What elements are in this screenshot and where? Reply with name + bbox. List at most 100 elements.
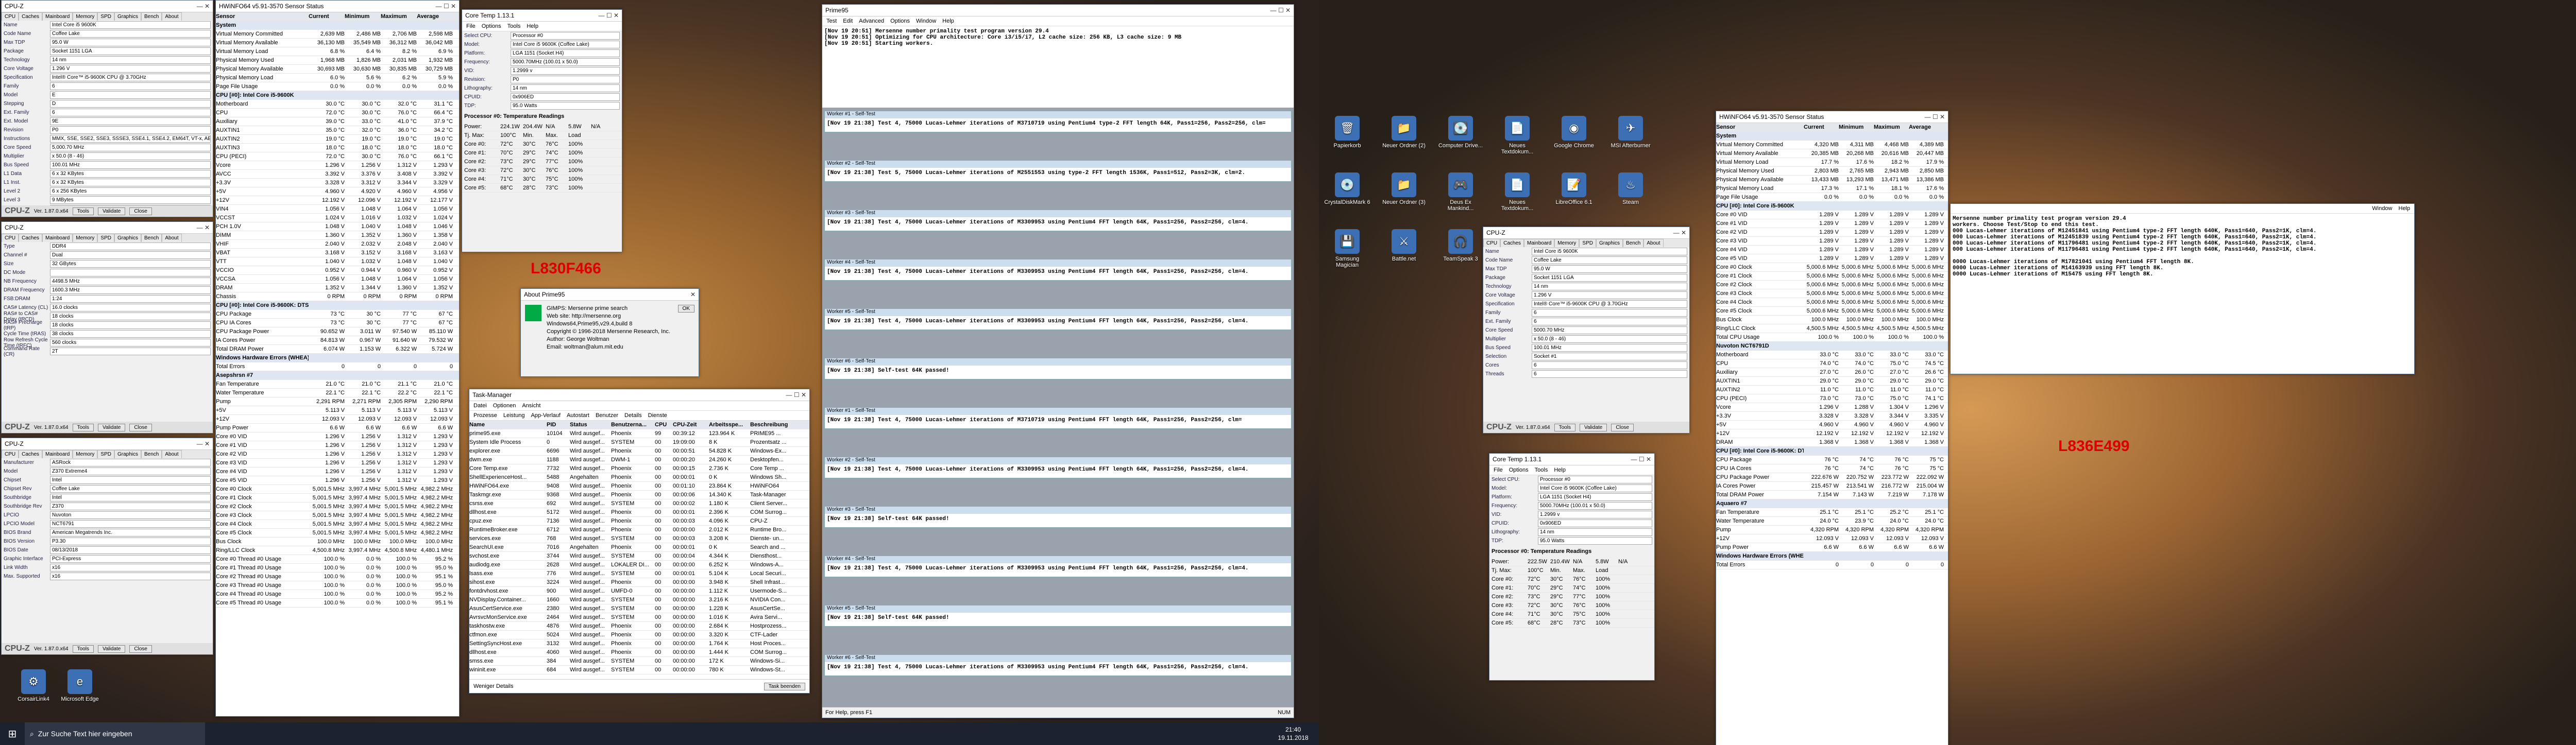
column-header[interactable]: Current: [309, 13, 345, 20]
menu-help[interactable]: Help: [942, 18, 954, 24]
menu-advanced[interactable]: Advanced: [859, 18, 884, 24]
window-controls[interactable]: — ☐ ✕: [436, 3, 456, 10]
tab-memory[interactable]: Memory: [73, 450, 98, 458]
sensor-row[interactable]: Total DRAM Power 6.074 W 1.153 W 6.322 W 5.7…: [216, 345, 459, 354]
sensor-row[interactable]: Core #0 Clock 5,000.6 MHz 5,000.6 MHz 5,000…: [1716, 263, 1948, 272]
sensor-group[interactable]: Nuvoton NCT6791D: [1716, 342, 1948, 351]
column-header[interactable]: Beschreibung: [750, 422, 799, 428]
sensor-row[interactable]: AUXTIN2 11.0 °C 11.0 °C 11.0 °C 11.0 °C: [1716, 386, 1948, 394]
sensor-row[interactable]: Core #1 VID 1.289 V 1.289 V 1.289 V 1.289 V: [1716, 219, 1948, 228]
cpuz-tabs[interactable]: CPU Caches Mainboard Memory SPD Graphics Bench…: [1483, 239, 1689, 247]
menu-file[interactable]: File: [466, 23, 476, 29]
menu-options[interactable]: Options: [482, 23, 501, 29]
sensor-row[interactable]: VCCSA 1.056 V 1.048 V 1.064 V 1.056 V: [216, 275, 459, 284]
menu-test[interactable]: Test: [826, 18, 837, 24]
sensor-row[interactable]: Total Errors 0 0 0 0: [1716, 561, 1948, 569]
desktop-icon[interactable]: ⚔ Battle.net: [1381, 229, 1427, 262]
sensor-row[interactable]: IA Cores Power 215.457 W 213.541 W 216.772 …: [1716, 482, 1948, 491]
sensor-row[interactable]: Vcore 1.296 V 1.256 V 1.312 V 1.293 V: [216, 161, 459, 170]
tab-about[interactable]: About: [1643, 239, 1664, 247]
search-box[interactable]: ⌕ Zur Suche Text hier eingeben: [25, 722, 205, 745]
desktop-icon[interactable]: 📄 Neues Textdokum...: [1494, 116, 1540, 155]
table-row[interactable]: taskhostw.exe 4876 Wird ausgef... Phoenix 00…: [469, 622, 809, 631]
taskmgr-tabs[interactable]: Prozesse Leistung App-Verlauf Autostart Benu…: [469, 411, 809, 421]
sensor-row[interactable]: +12V 12.192 V 12.192 V 12.192 V 12.192 V: [1716, 429, 1948, 438]
cpuz-mainboard-window[interactable]: CPU-Z — ✕ CPU Caches Mainboard Memory SPD Grap…: [1, 438, 213, 655]
tools-button[interactable]: Tools: [72, 645, 94, 653]
sensor-row[interactable]: Vcore 1.296 V 1.288 V 1.304 V 1.296 V: [1716, 403, 1948, 412]
sensor-row[interactable]: Motherboard 33.0 °C 33.0 °C 33.0 °C 33.0 °C: [1716, 351, 1948, 359]
sensor-group[interactable]: System: [1716, 132, 1948, 141]
sensor-row[interactable]: Core #3 Clock 5,001.5 MHz 3,997.4 MHz 5,001…: [216, 511, 459, 520]
table-row[interactable]: explorer.exe 6696 Wird ausgef... Phoenix 00 0…: [469, 447, 809, 456]
column-header[interactable]: Minimum: [1839, 124, 1874, 130]
sensor-row[interactable]: Total Errors 0 0 0 0: [216, 362, 459, 371]
sensor-row[interactable]: Core #4 VID 1.289 V 1.289 V 1.289 V 1.289 V: [1716, 246, 1948, 254]
sensor-row[interactable]: Virtual Memory Committed 4,320 MB 4,311 MB…: [1716, 141, 1948, 149]
end-task-button[interactable]: Task beenden: [764, 682, 805, 690]
tab-about[interactable]: About: [162, 12, 182, 21]
table-row[interactable]: svchost.exe 3744 Wird ausgef... SYSTEM 00 00:…: [469, 552, 809, 561]
tab-bench[interactable]: Bench: [141, 12, 162, 21]
sensor-row[interactable]: Physical Memory Used 2,803 MB 2,765 MB 2,94…: [1716, 167, 1948, 176]
sensor-group[interactable]: CPU [#0]: Intel Core i5-9600K: [1716, 202, 1948, 211]
sensor-row[interactable]: Core #2 VID 1.289 V 1.289 V 1.289 V 1.289 V: [1716, 228, 1948, 237]
window-controls[interactable]: — ☐ ✕: [1631, 456, 1651, 463]
sensor-row[interactable]: Core #2 VID 1.296 V 1.256 V 1.312 V 1.293 V: [216, 450, 459, 459]
prime95-window-partial[interactable]: Window Help Mersenne number primality tes…: [1950, 203, 2415, 374]
sensor-row[interactable]: Core #1 Clock 5,000.6 MHz 5,000.6 MHz 5,000…: [1716, 272, 1948, 281]
sensor-row[interactable]: Core #4 Clock 5,001.5 MHz 3,997.4 MHz 5,001…: [216, 520, 459, 529]
column-header[interactable]: Name: [469, 422, 547, 428]
cpuz-titlebar[interactable]: CPU-Z — ✕: [2, 1, 213, 12]
column-header[interactable]: Average: [417, 13, 453, 20]
tab-graphics[interactable]: Graphics: [114, 12, 141, 21]
table-row[interactable]: RuntimeBroker.exe 6712 Wird ausgef... Phoen…: [469, 526, 809, 534]
about-titlebar[interactable]: About Prime95 ✕: [521, 289, 699, 301]
sensor-row[interactable]: CPU Package 73 °C 30 °C 77 °C 67 °C: [216, 310, 459, 319]
cpuz-tabs[interactable]: CPU Caches Mainboard Memory SPD Graphics Bench…: [2, 234, 213, 242]
cpuz-tabs[interactable]: CPU Caches Mainboard Memory SPD Graphics Bench…: [2, 450, 213, 458]
tab-spd[interactable]: SPD: [97, 234, 114, 242]
prime95-titlebar[interactable]: Prime95— ☐ ✕: [822, 5, 1294, 16]
sensor-row[interactable]: Pump Power 6.6 W 6.6 W 6.6 W 6.6 W: [216, 424, 459, 432]
sensor-row[interactable]: Fan Temperature 21.0 °C 21.0 °C 21.1 °C 21.0…: [216, 380, 459, 389]
cpuz-titlebar[interactable]: CPU-Z — ✕: [2, 438, 213, 450]
tab-mainboard[interactable]: Mainboard: [42, 234, 73, 242]
sensor-row[interactable]: Water Temperature 22.1 °C 22.1 °C 22.2 °C 22…: [216, 389, 459, 397]
sensor-row[interactable]: Virtual Memory Available 20,385 MB 20,268 …: [1716, 149, 1948, 158]
tab-graphics[interactable]: Graphics: [114, 450, 141, 458]
hwinfo-window[interactable]: HWiNFO64 v5.91-3570 Sensor Status — ☐ ✕ S…: [215, 0, 460, 717]
tab-memory[interactable]: Memory: [73, 12, 98, 21]
sensor-row[interactable]: AUXTIN1 29.0 °C 29.0 °C 29.0 °C 29.0 °C: [1716, 377, 1948, 386]
sensor-row[interactable]: Ring/LLC Clock 4,500.8 MHz 3,997.4 MHz 4,50…: [216, 546, 459, 555]
close-icon[interactable]: ✕: [690, 291, 696, 298]
sensor-row[interactable]: CPU Package Power 222.676 W 220.752 W 223.7…: [1716, 473, 1948, 482]
sensor-group[interactable]: Aquaero #7: [1716, 499, 1948, 508]
tab-cpu[interactable]: CPU: [2, 450, 19, 458]
sensor-row[interactable]: +12V 12.192 V 12.096 V 12.192 V 12.177 V: [216, 196, 459, 205]
hwinfo-titlebar[interactable]: HWiNFO64 v5.91-3570 Sensor Status — ☐ ✕: [1716, 111, 1948, 123]
sensor-row[interactable]: DIMM 1.360 V 1.352 V 1.360 V 1.358 V: [216, 231, 459, 240]
menu-options[interactable]: Options: [1509, 467, 1529, 473]
sensor-row[interactable]: VIN4 1.056 V 1.048 V 1.064 V 1.056 V: [216, 205, 459, 214]
desktop-icon-edge[interactable]: e Microsoft Edge: [57, 669, 103, 702]
menu-file[interactable]: File: [1494, 467, 1503, 473]
table-row[interactable]: SearchUI.exe 7016 Angehalten Phoenix 00 00:00…: [469, 543, 809, 552]
column-header[interactable]: CPU: [655, 422, 673, 428]
table-row[interactable]: lsass.exe 776 Wird ausgef... SYSTEM 00 00:00:…: [469, 569, 809, 578]
sensor-row[interactable]: Motherboard 30.0 °C 30.0 °C 32.0 °C 31.1 °C: [216, 100, 459, 109]
coretemp-titlebar[interactable]: Core Temp 1.13.1— ☐ ✕: [462, 10, 622, 22]
sensor-group[interactable]: CPU [#0]: Intel Core i5-9600K: DTS: [216, 301, 459, 310]
desktop-icon-corsair[interactable]: ⚙ CorsairLink4: [10, 669, 57, 702]
tools-button[interactable]: Tools: [72, 423, 94, 431]
tab-spd[interactable]: SPD: [97, 450, 114, 458]
desktop-icon[interactable]: 📁 Neuer Ordner (2): [1381, 116, 1427, 149]
sensor-row[interactable]: Core #5 Thread #0 Usage 100.0 % 0.0 % 100.0…: [216, 599, 459, 608]
sensor-row[interactable]: Chassis 0 RPM 0 RPM 0 RPM 0 RPM: [216, 292, 459, 301]
sensor-row[interactable]: +3.3V 3.328 V 3.328 V 3.344 V 3.335 V: [1716, 412, 1948, 421]
close-button[interactable]: Close: [129, 423, 152, 431]
table-row[interactable]: ShellExperienceHost... 5488 Angehalten Phoe…: [469, 473, 809, 482]
sensor-row[interactable]: Total CPU Usage 100.0 % 100.0 % 100.0 % 100.…: [1716, 333, 1948, 342]
sensor-group[interactable]: System: [216, 21, 459, 30]
desktop-icon[interactable]: 📝 LibreOffice 6.1: [1551, 172, 1597, 205]
